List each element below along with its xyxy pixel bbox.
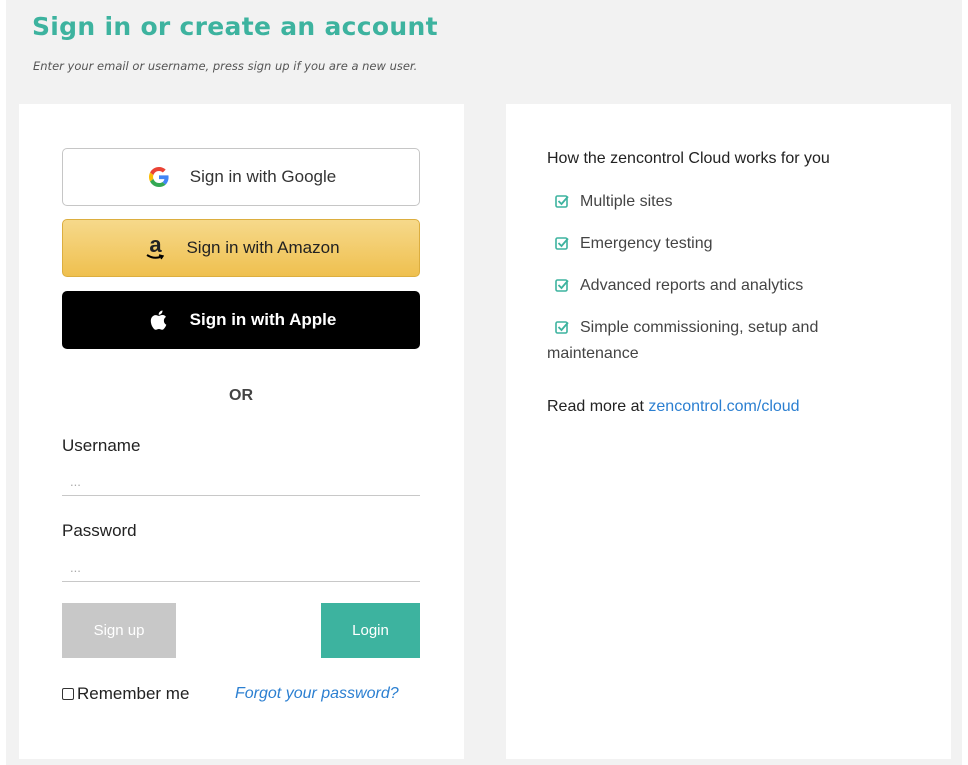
feature-item: Multiple sites bbox=[547, 190, 907, 216]
remember-me-label: Remember me bbox=[77, 684, 190, 703]
info-heading: How the zencontrol Cloud works for you bbox=[547, 150, 830, 167]
checkbox-checked-icon bbox=[555, 192, 569, 216]
checkbox-checked-icon bbox=[555, 318, 569, 342]
google-icon bbox=[146, 167, 172, 187]
page-subtitle: Enter your email or username, press sign… bbox=[33, 59, 418, 73]
username-label: Username bbox=[62, 436, 141, 455]
amazon-signin-button[interactable]: a Sign in with Amazon bbox=[62, 219, 420, 277]
read-more-prefix: Read more at bbox=[547, 398, 644, 415]
or-divider: OR bbox=[229, 387, 253, 404]
password-label: Password bbox=[62, 521, 137, 540]
remember-me-checkbox[interactable] bbox=[62, 688, 74, 700]
forgot-password-link[interactable]: Forgot your password? bbox=[235, 685, 399, 703]
info-panel: How the zencontrol Cloud works for you M… bbox=[506, 104, 951, 759]
login-button[interactable]: Login bbox=[321, 603, 420, 658]
signup-button[interactable]: Sign up bbox=[62, 603, 176, 658]
read-more: Read more at zencontrol.com/cloud bbox=[547, 398, 800, 416]
zencontrol-cloud-link[interactable]: zencontrol.com/cloud bbox=[648, 398, 799, 415]
apple-icon bbox=[146, 310, 172, 330]
google-signin-button[interactable]: Sign in with Google bbox=[62, 148, 420, 206]
remember-me[interactable]: Remember me bbox=[62, 684, 189, 704]
page-title: Sign in or create an account bbox=[32, 12, 438, 41]
feature-item: Simple commissioning, setup and maintena… bbox=[547, 316, 907, 366]
feature-item: Emergency testing bbox=[547, 232, 907, 258]
feature-label: Simple commissioning, setup and maintena… bbox=[547, 319, 819, 362]
apple-signin-button[interactable]: Sign in with Apple bbox=[62, 291, 420, 349]
login-panel: Sign in with Google a Sign in with Amazo… bbox=[19, 104, 464, 759]
checkbox-checked-icon bbox=[555, 234, 569, 258]
checkbox-checked-icon bbox=[555, 276, 569, 300]
apple-signin-label: Sign in with Apple bbox=[189, 310, 337, 329]
feature-label: Multiple sites bbox=[580, 193, 673, 210]
feature-label: Emergency testing bbox=[580, 235, 713, 252]
username-input[interactable] bbox=[62, 468, 420, 496]
page-background: Sign in or create an account Enter your … bbox=[6, 0, 962, 765]
google-signin-label: Sign in with Google bbox=[189, 167, 337, 186]
amazon-signin-label: Sign in with Amazon bbox=[186, 238, 340, 257]
feature-list: Multiple sites Emergency testing Advance… bbox=[547, 190, 907, 382]
feature-label: Advanced reports and analytics bbox=[580, 277, 804, 294]
password-input[interactable] bbox=[62, 554, 420, 582]
feature-item: Advanced reports and analytics bbox=[547, 274, 907, 300]
amazon-icon: a bbox=[146, 232, 165, 260]
